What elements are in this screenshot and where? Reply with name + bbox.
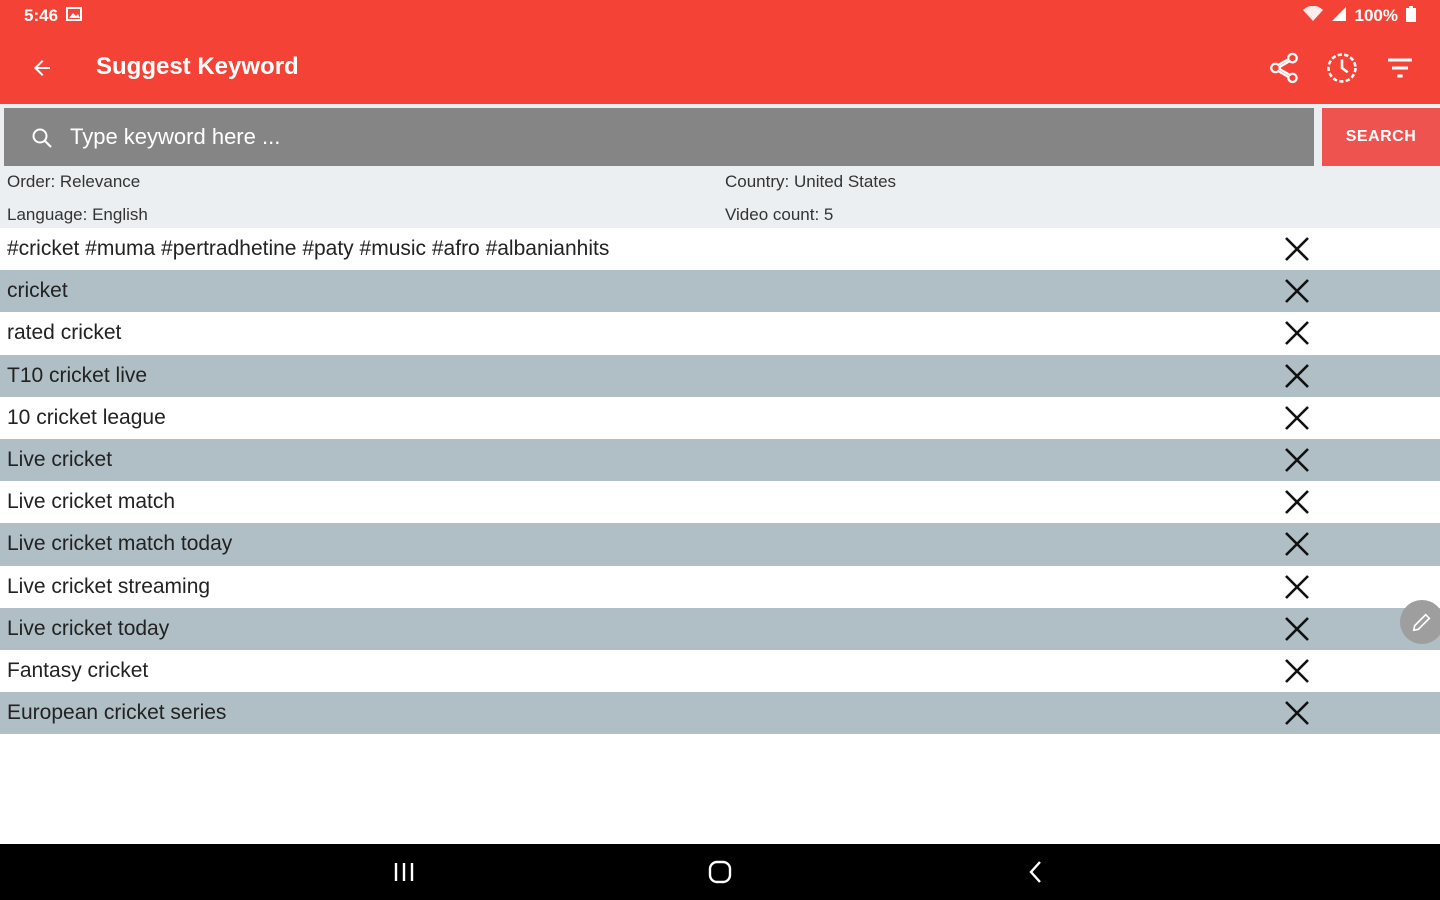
country-label: Country: United States [725,172,897,191]
battery-level: 100% [1354,6,1398,25]
list-item[interactable]: Fantasy cricket [0,650,1440,692]
chevron-left-icon [1029,861,1041,883]
list-item[interactable]: #cricket #muma #pertradhetine #paty #mus… [0,228,1440,270]
close-icon [1285,237,1309,261]
close-icon [1285,701,1309,725]
delete-keyword-button[interactable] [1280,361,1314,391]
battery-icon [1406,5,1416,27]
delete-keyword-button[interactable] [1280,614,1314,644]
status-bar: 5:46 100% [0,0,1440,32]
list-item[interactable]: cricket [0,270,1440,313]
list-item[interactable]: 10 cricket league [0,397,1440,439]
keyword-text: cricket [7,279,68,303]
keyword-text: Live cricket [7,448,113,472]
share-icon [1270,52,1298,84]
delete-keyword-button[interactable] [1280,656,1314,686]
wifi-icon [1302,5,1323,27]
list-item[interactable]: T10 cricket live [0,354,1440,397]
delete-keyword-button[interactable] [1280,445,1314,475]
keyword-list: #cricket #muma #pertradhetine #paty #mus… [0,228,1440,735]
pencil-icon [1412,613,1431,632]
video-count-label: Video count: 5 [725,205,834,224]
list-item[interactable]: Live cricket match today [0,523,1440,566]
home-button[interactable] [700,856,740,888]
close-icon [1285,363,1309,388]
delete-keyword-button[interactable] [1280,487,1314,517]
search-row: SEARCH [0,104,1440,166]
close-icon [1285,279,1309,304]
delete-keyword-button[interactable] [1280,318,1314,348]
arrow-back-icon [34,60,50,76]
signal-icon [1331,6,1347,27]
keyword-text: European cricket series [7,701,227,725]
delete-keyword-button[interactable] [1280,403,1314,433]
delete-keyword-button[interactable] [1280,529,1314,559]
search-settings: Order: Relevance Country: United States … [0,166,1440,228]
search-icon [32,128,52,148]
page-title: Suggest Keyword [96,53,299,80]
keyword-text: Live cricket today [7,616,170,640]
keyword-text: Fantasy cricket [7,658,149,682]
recents-icon [394,863,414,881]
list-item[interactable]: rated cricket [0,312,1440,354]
language-label: Language: English [7,205,148,224]
system-nav-bar [0,844,1440,900]
close-icon [1285,574,1309,599]
delete-keyword-button[interactable] [1280,276,1314,306]
close-icon [1285,405,1309,430]
filter-button[interactable] [1378,46,1422,90]
keyword-text: rated cricket [7,321,122,345]
close-icon [1285,532,1309,557]
history-button[interactable] [1320,46,1364,90]
delete-keyword-button[interactable] [1280,698,1314,728]
search-box [4,108,1314,166]
close-icon [1285,658,1309,683]
delete-keyword-button[interactable] [1280,572,1314,602]
keyword-text: Live cricket match [7,490,176,514]
order-label: Order: Relevance [7,172,141,191]
filter-icon [1388,58,1412,78]
close-icon [1285,448,1309,472]
close-icon [1285,321,1309,346]
search-input[interactable] [70,116,1290,158]
keyword-text: 10 cricket league [7,405,166,429]
list-item[interactable]: European cricket series [0,692,1440,735]
list-item[interactable]: Live cricket today [0,607,1440,650]
back-button[interactable] [22,48,62,88]
status-time: 5:46 [24,6,59,25]
keyword-text: Live cricket streaming [7,574,211,598]
list-item[interactable]: Live cricket streaming [0,566,1440,608]
history-icon [1327,53,1357,83]
share-button[interactable] [1262,46,1306,90]
keyword-text: Live cricket match today [7,532,233,556]
keyword-text: T10 cricket live [7,363,148,387]
gallery-icon [66,6,83,26]
list-item[interactable]: Live cricket match [0,481,1440,523]
toolbar: Suggest Keyword [0,36,1440,100]
list-item[interactable]: Live cricket [0,438,1440,482]
recent-apps-button[interactable] [384,856,424,888]
search-button[interactable]: SEARCH [1322,108,1440,166]
keyword-text: #cricket #muma #pertradhetine #paty #mus… [7,237,610,261]
edit-fab-button[interactable] [1400,600,1440,644]
nav-back-button[interactable] [1016,856,1056,888]
home-icon [708,860,732,884]
close-icon [1285,490,1309,515]
app-bar: 5:46 100% Suggest Keyword [0,0,1440,104]
close-icon [1285,616,1309,641]
delete-keyword-button[interactable] [1280,234,1314,264]
